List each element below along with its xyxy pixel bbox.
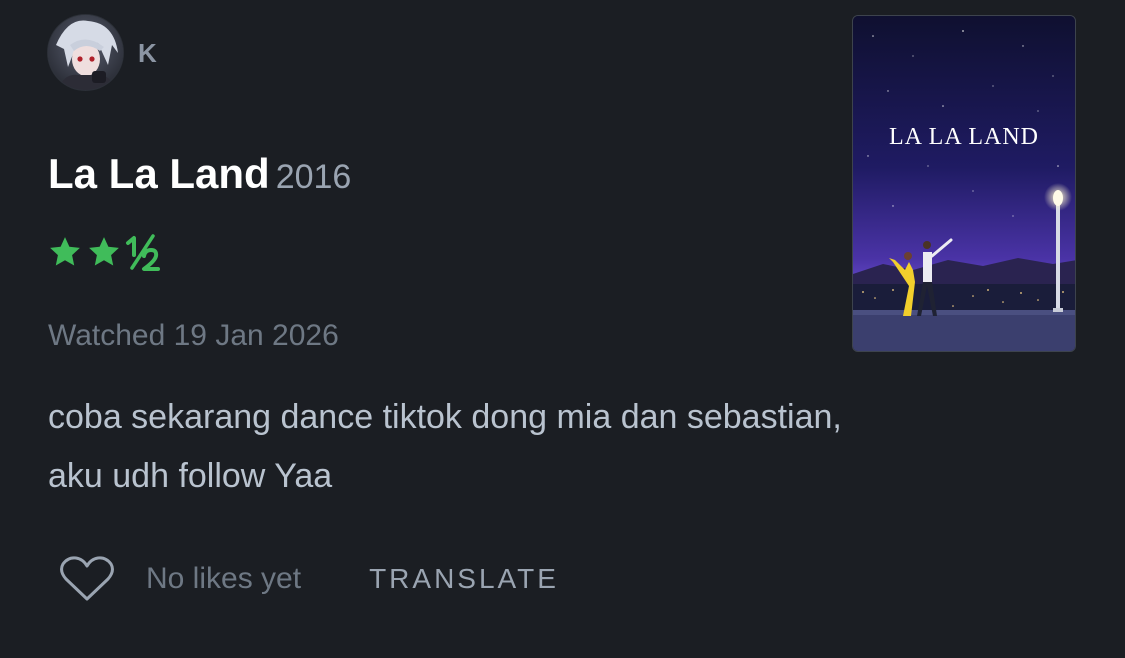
star-icon (50, 237, 80, 266)
star-icon (89, 237, 119, 266)
film-poster[interactable]: LA LA LAND (852, 15, 1076, 352)
film-title[interactable]: La La Land (48, 150, 270, 197)
half-star-icon (126, 234, 160, 271)
poster-image (853, 16, 1075, 351)
review-line: coba sekarang dance tiktok dong mia dan … (48, 398, 842, 436)
heart-icon[interactable] (58, 555, 116, 603)
review-text: coba sekarang dance tiktok dong mia dan … (48, 388, 1088, 506)
watched-date: Watched 19 Jan 2026 (48, 319, 339, 352)
poster-title: LA LA LAND (889, 124, 1039, 150)
like-row: No likes yet TRANSLATE (58, 556, 559, 602)
film-heading: La La Land 2016 (48, 150, 351, 198)
review-line: aku udh follow Yaa (48, 457, 333, 495)
film-year[interactable]: 2016 (276, 158, 352, 196)
star-rating (47, 231, 163, 273)
anime-avatar-icon (48, 15, 123, 90)
avatar[interactable] (48, 15, 123, 90)
translate-button[interactable]: TRANSLATE (369, 563, 559, 595)
username[interactable]: K (138, 38, 157, 69)
likes-count: No likes yet (146, 562, 302, 595)
